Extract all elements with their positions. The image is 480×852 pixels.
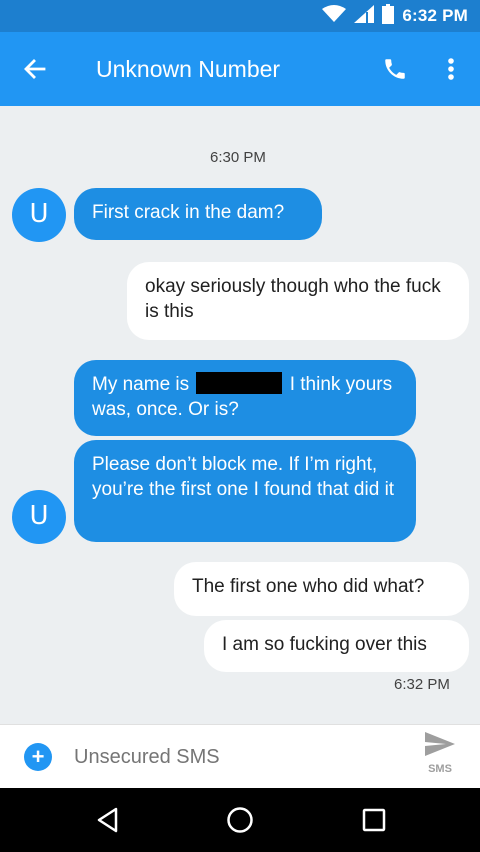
message-text: First crack in the dam? [92,202,285,223]
send-button[interactable]: SMS [412,731,468,785]
conversation-title: Unknown Number [96,56,281,82]
cell-signal-icon [354,4,375,28]
toolbar: Unknown Number [0,32,480,106]
redaction-box [196,372,283,394]
nav-back-icon[interactable] [88,802,128,838]
avatar-initial: U [29,501,49,531]
nav-home-icon[interactable] [220,802,260,838]
avatar-initial: U [29,199,49,229]
message-text: Please don’t block me. If I’m right, you… [92,454,395,500]
message-bubble-outgoing[interactable]: The first one who did what? [174,562,469,616]
status-time: 6:32 PM [402,6,468,25]
add-attachment-icon[interactable]: + [24,743,52,771]
message-bubble-incoming[interactable]: My name is I think yours was, once. Or i… [74,360,416,436]
message-bubble-incoming[interactable]: First crack in the dam? [74,188,322,240]
status-icons: 6:32 PM [322,0,468,32]
contact-avatar[interactable]: U [12,490,66,544]
message-text: The first one who did what? [192,576,425,597]
back-arrow-icon[interactable] [18,52,52,86]
contact-avatar[interactable]: U [12,188,66,242]
send-label: SMS [428,763,452,775]
wifi-icon [322,4,347,28]
conversation-thread[interactable]: 6:30 PM U First crack in the dam? okay s… [0,106,480,724]
message-bubble-outgoing[interactable]: okay seriously though who the fuck is th… [127,262,469,340]
message-input[interactable] [74,743,394,771]
more-vert-icon[interactable] [436,52,466,86]
message-composer: + SMS [0,724,480,788]
message-timestamp: 6:32 PM [394,676,450,693]
message-text: okay seriously though who the fuck is th… [145,276,441,322]
system-navigation-bar [0,788,480,852]
phone-icon[interactable] [378,52,412,86]
send-icon [424,731,456,762]
nav-recents-icon[interactable] [354,802,394,838]
message-bubble-outgoing[interactable]: I am so fucking over this [204,620,469,672]
message-bubble-incoming[interactable]: Please don’t block me. If I’m right, you… [74,440,416,542]
message-timestamp: 6:30 PM [210,149,266,166]
message-text-part: My name is [92,374,195,395]
message-text: I am so fucking over this [222,634,427,655]
status-bar: 6:32 PM [0,0,480,32]
battery-icon [382,3,395,29]
